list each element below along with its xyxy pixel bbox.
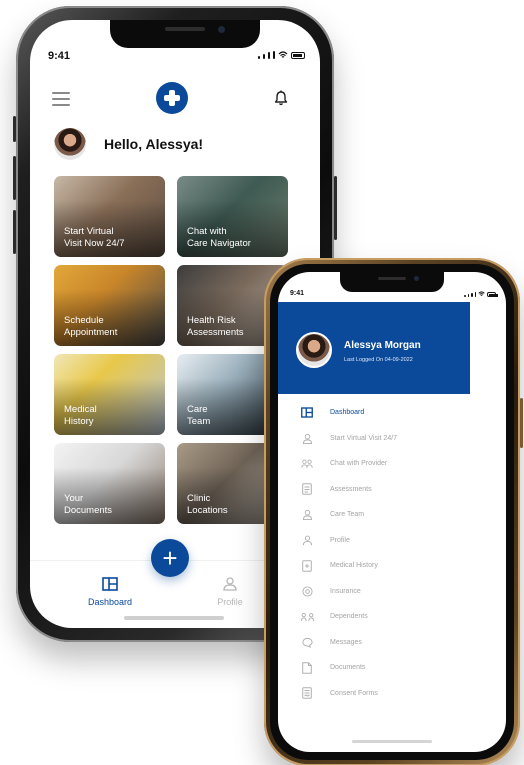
add-button[interactable]: + bbox=[151, 539, 189, 577]
menu-item-dashboard[interactable]: Dashboard bbox=[300, 400, 470, 426]
tab-profile[interactable]: Profile bbox=[200, 577, 260, 607]
menu-item-label: Care Team bbox=[330, 511, 365, 519]
side-menu: Dashboard Start Virtual Visit 24/7 Chat … bbox=[300, 400, 470, 706]
menu-item-messages[interactable]: Messages bbox=[300, 630, 470, 656]
menu-item-label: Consent Forms bbox=[330, 689, 378, 697]
insurance-icon bbox=[300, 584, 314, 598]
menu-item-profile[interactable]: Profile bbox=[300, 528, 470, 554]
greeting-text: Hello, Alessya! bbox=[104, 136, 204, 152]
assessments-icon bbox=[300, 482, 314, 496]
virtual-visit-icon bbox=[300, 431, 314, 445]
home-indicator bbox=[124, 616, 224, 620]
menu-item-label: Insurance bbox=[330, 587, 361, 595]
status-time: 9:41 bbox=[48, 50, 71, 62]
menu-item-chat-provider[interactable]: Chat with Provider bbox=[300, 451, 470, 477]
tile-start-virtual-visit[interactable]: Start Virtual Visit Now 24/7 bbox=[54, 176, 165, 257]
app-logo-icon bbox=[156, 82, 188, 114]
user-name: Alessya Morgan bbox=[344, 340, 421, 351]
chat-provider-icon bbox=[300, 457, 314, 471]
menu-item-medical-history[interactable]: Medical History bbox=[300, 553, 470, 579]
menu-item-label: Dependents bbox=[330, 613, 368, 621]
wifi-icon bbox=[478, 291, 485, 296]
status-icons bbox=[464, 291, 498, 297]
medical-history-icon bbox=[300, 559, 314, 573]
care-team-icon bbox=[300, 508, 314, 522]
power-button bbox=[334, 176, 337, 240]
profile-icon bbox=[300, 533, 314, 547]
tile-label: Care Team bbox=[187, 404, 211, 427]
tile-label: Chat with Care Navigator bbox=[187, 226, 251, 249]
bell-icon[interactable] bbox=[274, 90, 288, 106]
battery-icon bbox=[487, 292, 498, 297]
tile-label: Your Documents bbox=[64, 493, 113, 516]
avatar[interactable] bbox=[54, 128, 86, 160]
menu-icon[interactable] bbox=[52, 92, 70, 106]
profile-icon bbox=[223, 577, 237, 591]
tile-label: Health Risk Assessments bbox=[187, 315, 244, 338]
menu-item-assessments[interactable]: Assessments bbox=[300, 477, 470, 503]
volume-down-button bbox=[13, 210, 16, 254]
notch bbox=[340, 272, 444, 292]
menu-item-care-team[interactable]: Care Team bbox=[300, 502, 470, 528]
tab-dashboard-label: Dashboard bbox=[87, 597, 133, 607]
tile-schedule-appointment[interactable]: Schedule Appointment bbox=[54, 265, 165, 346]
last-logged-text: Last Logged On 04-09-2022 bbox=[344, 357, 413, 363]
dashboard-icon bbox=[300, 406, 314, 420]
tile-label: Medical History bbox=[64, 404, 97, 427]
tab-dashboard[interactable]: Dashboard bbox=[80, 577, 140, 607]
home-indicator bbox=[352, 740, 432, 743]
tile-chat-care-navigator[interactable]: Chat with Care Navigator bbox=[177, 176, 288, 257]
menu-item-label: Medical History bbox=[330, 562, 378, 570]
phone-side-menu: 9:41 Alessya Morgan Last Logged On 04-09… bbox=[264, 258, 523, 765]
menu-item-label: Messages bbox=[330, 638, 362, 646]
status-icons bbox=[258, 51, 305, 59]
drawer-header: Alessya Morgan Last Logged On 04-09-2022 bbox=[278, 302, 470, 394]
tile-label: Schedule Appointment bbox=[64, 315, 118, 338]
menu-item-label: Documents bbox=[330, 664, 366, 672]
menu-item-label: Dashboard bbox=[330, 409, 365, 417]
mute-switch bbox=[13, 116, 16, 142]
messages-icon bbox=[300, 635, 314, 649]
tile-label: Start Virtual Visit Now 24/7 bbox=[64, 226, 125, 249]
menu-item-start-virtual-visit[interactable]: Start Virtual Visit 24/7 bbox=[300, 426, 470, 452]
volume-up-button bbox=[13, 156, 16, 200]
menu-item-label: Start Virtual Visit 24/7 bbox=[330, 434, 398, 442]
menu-item-insurance[interactable]: Insurance bbox=[300, 579, 470, 605]
menu-item-consent-forms[interactable]: Consent Forms bbox=[300, 681, 470, 707]
menu-item-label: Assessments bbox=[330, 485, 372, 493]
menu-item-label: Profile bbox=[330, 536, 350, 544]
side-menu-screen: 9:41 Alessya Morgan Last Logged On 04-09… bbox=[278, 272, 506, 752]
feature-tiles: Start Virtual Visit Now 24/7 Chat with C… bbox=[54, 176, 288, 524]
avatar[interactable] bbox=[296, 332, 332, 368]
menu-item-label: Chat with Provider bbox=[330, 460, 388, 468]
dashboard-icon bbox=[102, 577, 118, 591]
consent-forms-icon bbox=[300, 686, 314, 700]
notch bbox=[110, 20, 260, 48]
documents-icon bbox=[300, 661, 314, 675]
menu-item-dependents[interactable]: Dependents bbox=[300, 604, 470, 630]
tile-label: Clinic Locations bbox=[187, 493, 228, 516]
dependents-icon bbox=[300, 610, 314, 624]
tab-profile-label: Profile bbox=[217, 597, 243, 607]
menu-item-documents[interactable]: Documents bbox=[300, 655, 470, 681]
battery-icon bbox=[291, 52, 305, 59]
power-button bbox=[520, 398, 523, 448]
tile-your-documents[interactable]: Your Documents bbox=[54, 443, 165, 524]
status-time: 9:41 bbox=[290, 290, 305, 297]
tile-medical-history[interactable]: Medical History bbox=[54, 354, 165, 435]
wifi-icon bbox=[278, 51, 288, 58]
